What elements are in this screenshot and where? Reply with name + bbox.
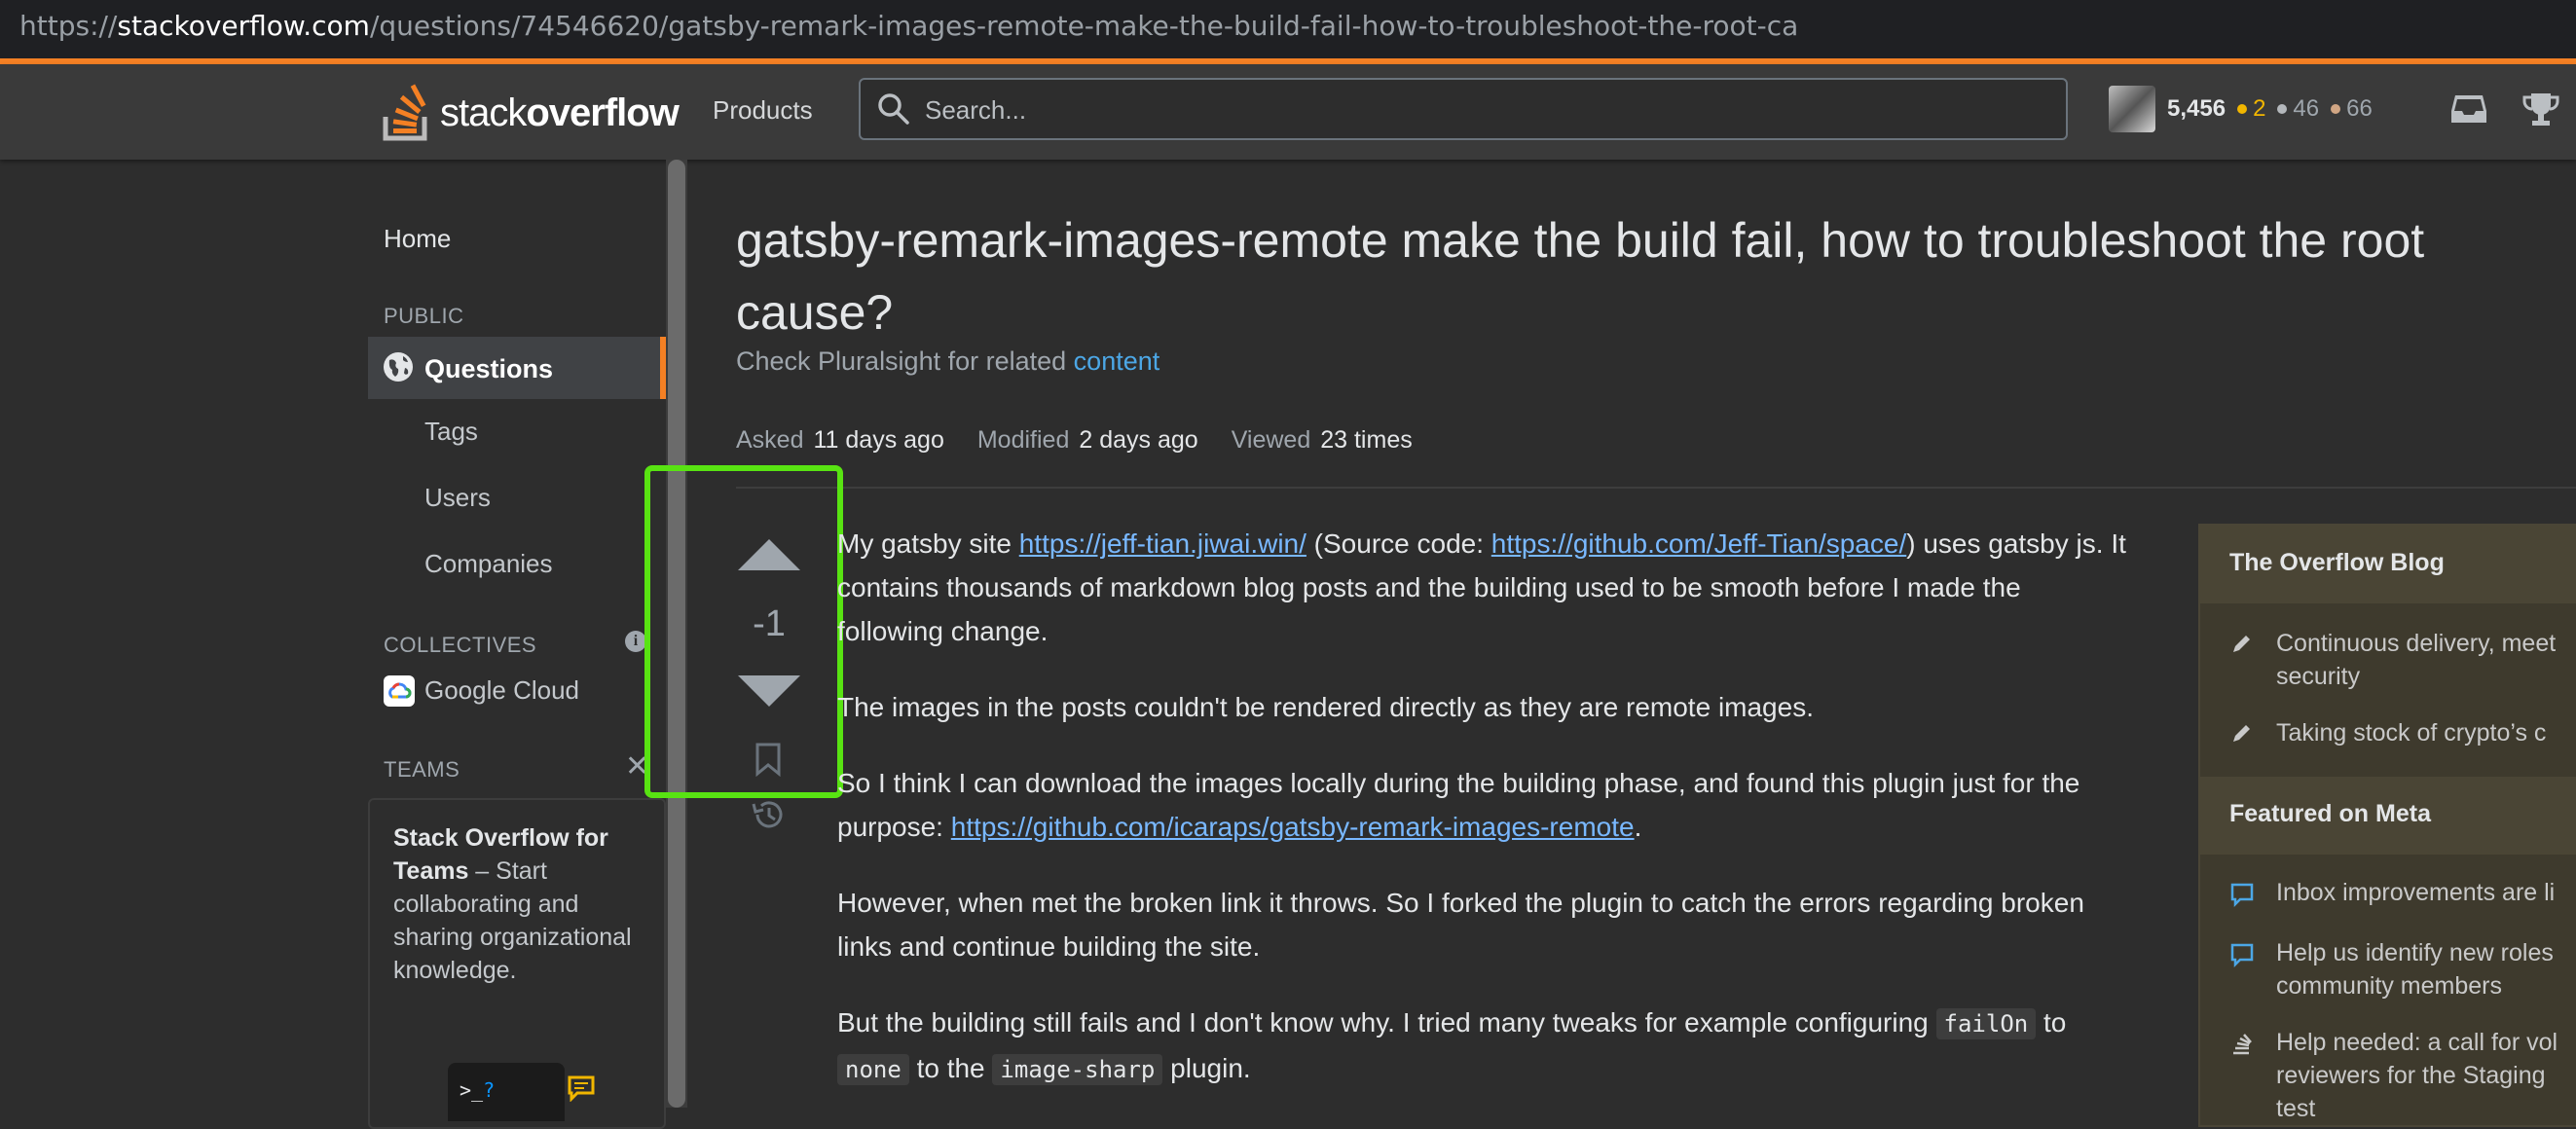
code-failon: failOn <box>1935 1008 2037 1039</box>
sidebar-scrollbar-thumb[interactable] <box>668 160 685 1108</box>
nav-tags[interactable]: Tags <box>424 417 478 447</box>
source-code-link[interactable]: https://github.com/Jeff-Tian/space/ <box>1491 528 1906 559</box>
viewed-info: Viewed 23 times <box>1231 426 1413 454</box>
plugin-link[interactable]: https://github.com/icaraps/gatsby-remark… <box>951 812 1635 842</box>
site-link[interactable]: https://jeff-tian.jiwai.win/ <box>1019 528 1306 559</box>
blog-item[interactable]: Taking stock of crypto’s c <box>2229 716 2576 749</box>
gold-badges: 2 <box>2237 95 2265 123</box>
modified-value[interactable]: 2 days ago <box>1079 426 1197 454</box>
question-body: My gatsby site https://jeff-tian.jiwai.w… <box>837 522 2132 1124</box>
code-image-sharp: image-sharp <box>992 1054 1163 1085</box>
nav-questions-label: Questions <box>424 354 554 383</box>
modified-info: Modified 2 days ago <box>976 426 1198 454</box>
sidebar-scrollbar[interactable] <box>666 160 687 1108</box>
downvote-arrow-icon[interactable] <box>736 672 802 710</box>
reputation: 5,456 <box>2167 95 2226 122</box>
top-bar: stackoverflow Products 5,456 2 46 66 <box>0 64 2576 160</box>
avatar[interactable] <box>2109 86 2155 132</box>
search-input[interactable] <box>923 91 2046 128</box>
nav-google-cloud[interactable]: Google Cloud <box>424 675 579 706</box>
teams-close-icon[interactable]: ✕ <box>625 749 649 783</box>
vote-count: -1 <box>753 603 786 644</box>
blog-item[interactable]: Continuous delivery, meet security <box>2229 627 2576 695</box>
nav-companies[interactable]: Companies <box>424 549 553 579</box>
body-paragraph: My gatsby site https://jeff-tian.jiwai.w… <box>837 528 2126 646</box>
stack-logo-icon <box>383 84 427 141</box>
trophy-icon[interactable] <box>2521 91 2560 128</box>
body-paragraph: However, when met the broken link it thr… <box>837 888 2084 962</box>
speech-bubble-icon <box>2230 883 2254 907</box>
globe-icon <box>384 352 413 382</box>
question-meta: Asked 11 days ago Modified 2 days ago View… <box>736 426 1413 455</box>
nav-home[interactable]: Home <box>384 224 451 254</box>
vote-controls: -1 <box>730 526 808 856</box>
search-icon <box>878 93 909 125</box>
body-paragraph: The images in the posts couldn't be rend… <box>837 692 1814 722</box>
teams-promo[interactable]: Stack Overflow for Teams – Start collabo… <box>368 798 666 1129</box>
meta-header: Featured on Meta <box>2200 777 2576 855</box>
history-icon[interactable] <box>750 796 787 833</box>
upvote-arrow-icon[interactable] <box>736 535 802 574</box>
browser-url-bar[interactable]: https://stackoverflow.com/questions/7454… <box>0 0 2576 58</box>
speech-bubble-icon <box>2230 943 2254 967</box>
products-menu[interactable]: Products <box>713 95 813 126</box>
url-host: stackoverflow.com <box>117 10 370 42</box>
question-title[interactable]: gatsby-remark-images-remote make the bui… <box>736 204 2527 348</box>
stack-icon <box>2233 1034 2252 1055</box>
nav-questions[interactable]: Questions <box>368 337 666 399</box>
divider <box>736 487 2576 489</box>
asked-value[interactable]: 11 days ago <box>813 426 943 454</box>
overflow-blog-widget: The Overflow Blog Continuous delivery, m… <box>2198 524 2576 1127</box>
teams-terminal-illustration: >_? <box>448 1063 565 1121</box>
pluralsight-promo: Check Pluralsight for related content <box>736 346 1160 376</box>
pluralsight-link[interactable]: content <box>1074 346 1160 376</box>
nav-users[interactable]: Users <box>424 483 491 513</box>
nav-section-public: PUBLIC <box>384 304 464 328</box>
url-path: /questions/74546620/gatsby-remark-images… <box>369 10 1799 42</box>
body-paragraph: So I think I can download the images loc… <box>837 768 2080 842</box>
pencil-icon <box>2233 725 2250 742</box>
meta-item[interactable]: Help needed: a call for vol reviewers fo… <box>2229 1026 2576 1127</box>
nav-section-teams: TEAMS <box>384 757 460 782</box>
blog-header: The Overflow Blog <box>2200 526 2576 603</box>
search-box[interactable] <box>859 78 2068 140</box>
inbox-icon[interactable] <box>2449 91 2488 127</box>
silver-badges: 46 <box>2277 95 2319 123</box>
user-card[interactable]: 5,456 2 46 66 <box>2109 86 2373 132</box>
meta-item[interactable]: Inbox improvements are li <box>2229 876 2576 909</box>
meta-item[interactable]: Help us identify new roles community mem… <box>2229 936 2576 1004</box>
google-cloud-icon <box>384 675 415 707</box>
code-none: none <box>837 1054 909 1085</box>
pencil-icon <box>2233 636 2250 652</box>
asked-info: Asked 11 days ago <box>736 426 944 454</box>
stackoverflow-logo[interactable]: stackoverflow <box>382 82 680 144</box>
chat-icon <box>568 1075 595 1102</box>
info-icon[interactable]: i <box>625 631 646 652</box>
nav-section-collectives: COLLECTIVES <box>384 633 537 657</box>
bookmark-icon[interactable] <box>754 742 783 777</box>
url-text[interactable]: https://stackoverflow.com/questions/7454… <box>19 10 1798 42</box>
bronze-badges: 66 <box>2331 95 2373 123</box>
body-paragraph: But the building still fails and I don't… <box>837 1007 2067 1085</box>
